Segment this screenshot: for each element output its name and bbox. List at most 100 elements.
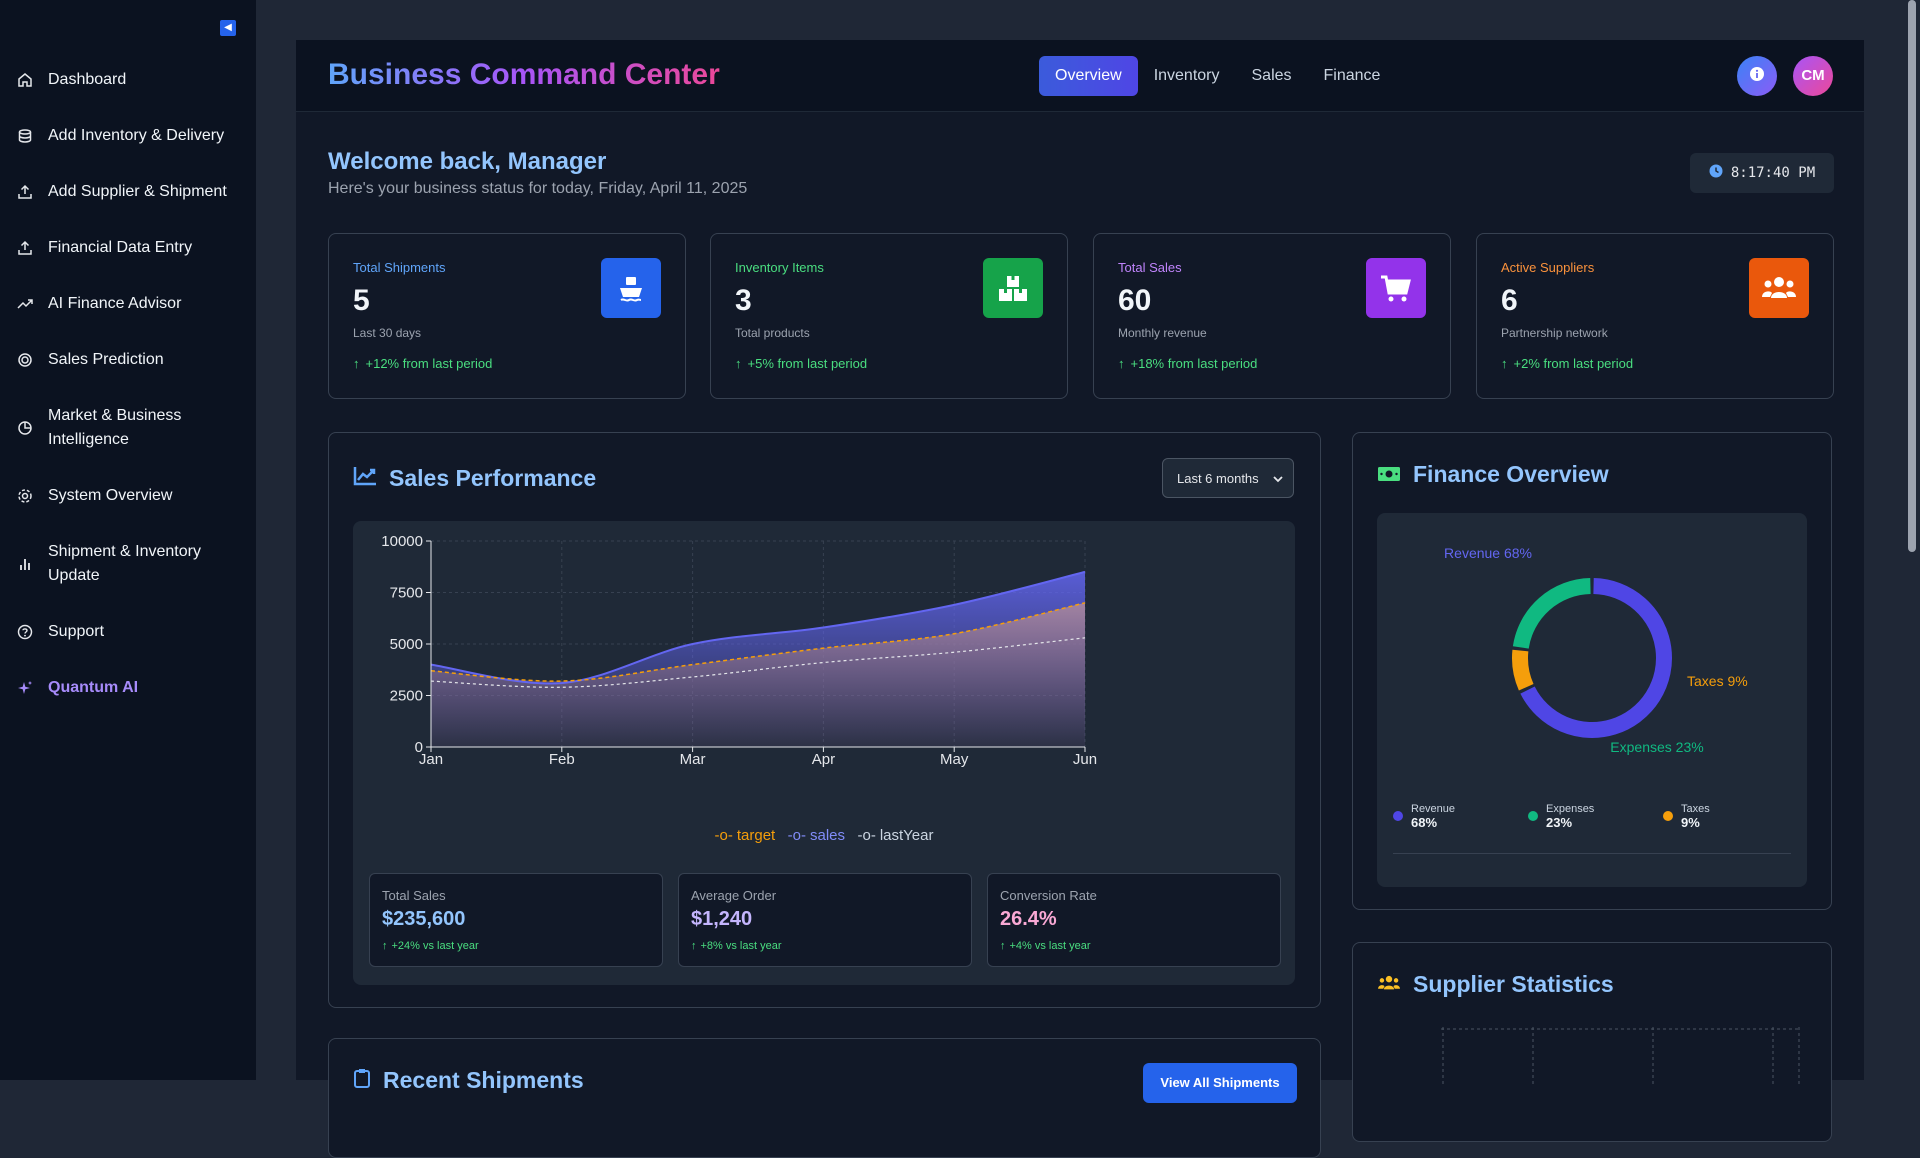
info-icon — [1749, 66, 1765, 87]
donut-slice-expenses[interactable] — [1512, 578, 1591, 649]
collapse-sidebar-icon[interactable]: ◀ — [220, 20, 236, 36]
scrollbar-thumb[interactable] — [1908, 0, 1916, 552]
sidebar-item-add-supplier[interactable]: Add Supplier & Shipment — [16, 180, 246, 204]
sidebar-item-financial-data-entry[interactable]: Financial Data Entry — [16, 236, 246, 260]
finance-overview-title: Finance Overview — [1377, 461, 1609, 488]
stat-value: 3 — [735, 284, 752, 317]
stat-change-text: +18% from last period — [1130, 356, 1258, 371]
legend-label: lastYear — [879, 827, 934, 844]
legend-expenses: Expenses 23% — [1528, 803, 1594, 830]
tab-overview[interactable]: Overview — [1039, 56, 1138, 96]
stat-card-shipments: Total Shipments 5 Last 30 days ↑ +12% fro… — [328, 233, 686, 399]
sidebar-item-system-overview[interactable]: System Overview — [16, 484, 246, 508]
y-tick-label: 10000 — [381, 533, 423, 550]
sidebar-item-shipment-update[interactable]: Shipment & Inventory Update — [16, 540, 246, 588]
metric-value: $235,600 — [382, 908, 466, 930]
x-tick-label: Jun — [1073, 751, 1097, 768]
home-icon — [16, 68, 34, 92]
metric-value: $1,240 — [691, 908, 753, 930]
stat-sub: Last 30 days — [353, 326, 422, 340]
stat-change: ↑ +5% from last period — [735, 356, 867, 371]
x-tick-label: Mar — [680, 751, 706, 768]
metric-conversion-rate: Conversion Rate 26.4% ↑ +4% vs last year — [987, 873, 1281, 967]
metric-average-order: Average Order $1,240 ↑ +8% vs last year — [678, 873, 972, 967]
view-all-shipments-button[interactable]: View All Shipments — [1143, 1063, 1297, 1103]
stat-sub: Total products — [735, 326, 810, 340]
recent-shipments-panel: Recent Shipments View All Shipments — [328, 1038, 1321, 1158]
sales-performance-panel: Sales Performance Last 6 months 0 2500 500… — [328, 432, 1321, 1008]
legend-dot — [1528, 811, 1538, 821]
welcome-subtitle: Here's your business status for today, F… — [328, 180, 748, 197]
tab-sales[interactable]: Sales — [1236, 56, 1308, 96]
cart-icon — [1366, 258, 1426, 318]
metric-label: Average Order — [691, 888, 777, 903]
sales-chart-container: 0 2500 5000 7500 10000 Jan Feb Mar Apr May Jun -o-… — [353, 521, 1295, 985]
sidebar-item-quantum-ai[interactable]: Quantum AI — [16, 676, 246, 700]
database-icon — [16, 124, 34, 148]
scrollbar[interactable] — [1904, 0, 1920, 1080]
supplier-chart-grid — [1441, 1027, 1801, 1087]
stat-label: Active Suppliers — [1501, 260, 1595, 275]
bar-icon — [16, 540, 34, 588]
panel-title-text: Recent Shipments — [383, 1067, 584, 1093]
sidebar-item-dashboard[interactable]: Dashboard — [16, 68, 246, 92]
legend-percent: 23% — [1546, 815, 1573, 830]
y-tick-label: 7500 — [390, 585, 423, 602]
legend-last-year[interactable]: -o- lastYear — [857, 827, 933, 844]
legend-dot — [1663, 811, 1673, 821]
clock-icon — [1709, 164, 1723, 182]
arrow-up-icon: ↑ — [353, 356, 360, 371]
gear-icon — [16, 484, 34, 508]
donut-slice-taxes[interactable] — [1512, 649, 1534, 691]
legend-target[interactable]: -o- target — [715, 827, 776, 844]
metric-change: ↑ +4% vs last year — [1000, 940, 1091, 952]
legend-name: Revenue — [1411, 803, 1456, 815]
chart-line-icon — [353, 465, 377, 492]
sidebar-item-market-intelligence[interactable]: Market & Business Intelligence — [16, 404, 246, 452]
metric-label: Conversion Rate — [1000, 888, 1097, 903]
info-button[interactable] — [1737, 56, 1777, 96]
metric-change: ↑ +8% vs last year — [691, 940, 782, 952]
donut-label-taxes: Taxes 9% — [1687, 673, 1748, 689]
sidebar-item-sales-prediction[interactable]: Sales Prediction — [16, 348, 246, 372]
stat-sub: Partnership network — [1501, 326, 1608, 340]
sidebar-item-ai-finance-advisor[interactable]: AI Finance Advisor — [16, 292, 246, 316]
arrow-up-icon: ↑ — [1000, 940, 1006, 952]
legend-label: target — [736, 827, 776, 844]
metric-change-text: +8% vs last year — [700, 940, 782, 952]
range-select[interactable]: Last 6 months — [1162, 458, 1294, 498]
sales-chart: 025005000750010000Jan Feb Mar Apr May Jun — [381, 533, 1097, 768]
chevron-down-icon — [1273, 471, 1283, 486]
arrow-up-icon: ↑ — [1501, 356, 1508, 371]
welcome-title: Welcome back, Manager — [328, 148, 607, 175]
sidebar-item-add-inventory[interactable]: Add Inventory & Delivery — [16, 124, 246, 148]
clock-display: 8:17:40 PM — [1690, 153, 1834, 193]
avatar[interactable]: CM — [1793, 56, 1833, 96]
donut-label-expenses: Expenses 23% — [1610, 739, 1703, 755]
tab-finance[interactable]: Finance — [1308, 56, 1397, 96]
app-title: Business Command Center — [328, 58, 720, 91]
boxes-icon — [983, 258, 1043, 318]
target-icon — [16, 348, 34, 372]
panel-title-text: Finance Overview — [1413, 461, 1609, 487]
tab-inventory[interactable]: Inventory — [1138, 56, 1236, 96]
legend-name: Expenses — [1546, 803, 1595, 815]
stat-label: Total Sales — [1118, 260, 1182, 275]
legend-sales[interactable]: -o- sales — [788, 827, 845, 844]
sidebar-item-label: Add Supplier & Shipment — [48, 183, 227, 200]
stat-value: 6 — [1501, 284, 1518, 317]
chart-legend: -o- target -o- sales -o- lastYear — [353, 827, 1295, 845]
ship-icon — [601, 258, 661, 318]
sidebar-item-label: Quantum AI — [48, 679, 139, 696]
sidebar-item-label: Add Inventory & Delivery — [48, 127, 225, 144]
stat-card-sales: Total Sales 60 Monthly revenue ↑ +18% fro… — [1093, 233, 1451, 399]
metric-change-text: +4% vs last year — [1009, 940, 1091, 952]
stat-change-text: +2% from last period — [1513, 356, 1634, 371]
sidebar-item-support[interactable]: Support — [16, 620, 246, 644]
finance-overview-panel: Finance Overview Revenue 68% Taxes 9% Expe… — [1352, 432, 1832, 910]
clipboard-icon — [353, 1067, 371, 1094]
arrow-up-icon: ↑ — [382, 940, 388, 952]
stat-label: Inventory Items — [735, 260, 824, 275]
arrow-up-icon: ↑ — [1118, 356, 1125, 371]
legend-name: Taxes — [1681, 803, 1710, 815]
